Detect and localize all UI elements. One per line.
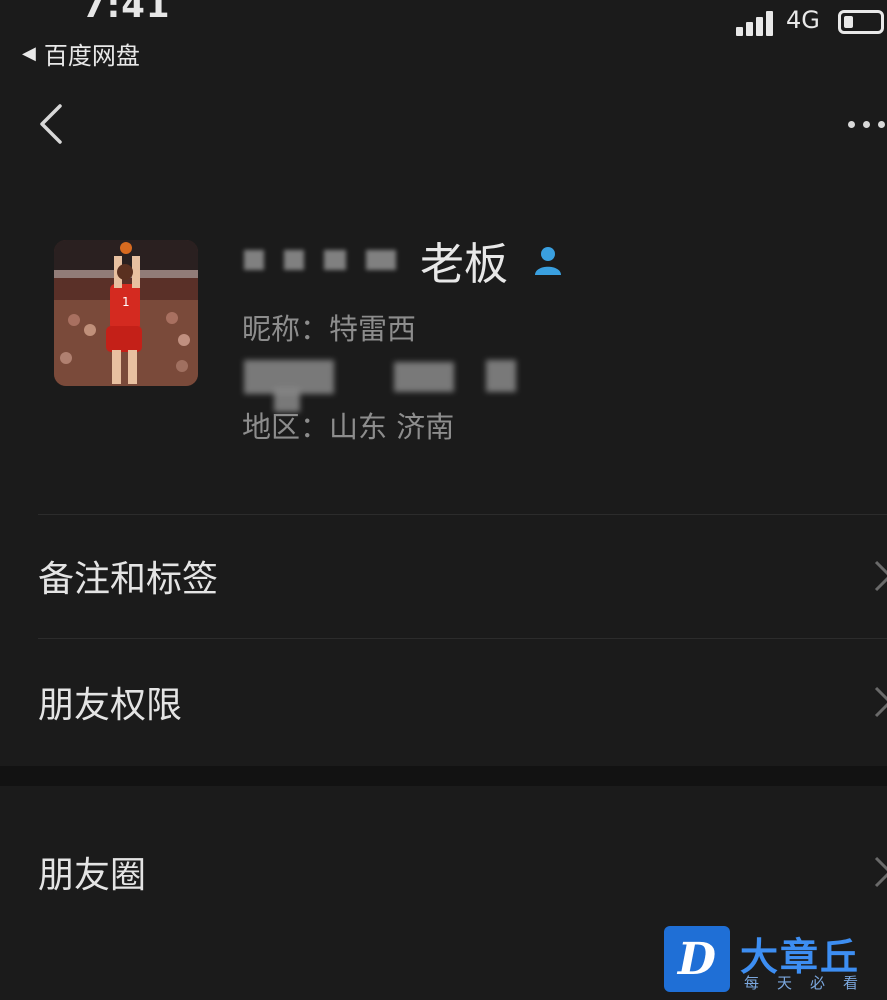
contact-person-icon: [535, 247, 561, 275]
signal-icon: [736, 10, 778, 36]
section-separator: [0, 766, 887, 786]
divider: [38, 638, 887, 639]
network-type: 4G: [786, 6, 820, 34]
chevron-right-icon: [874, 686, 887, 718]
battery-icon: [838, 10, 884, 34]
return-to-app-link[interactable]: ◀ 百度网盘: [22, 36, 140, 71]
back-chevron-icon[interactable]: [38, 104, 64, 144]
profile-name-row: 老板: [244, 230, 566, 290]
divider: [38, 514, 887, 515]
moments-label: 朋友圈: [38, 855, 147, 896]
friend-permissions-row[interactable]: 朋友权限: [0, 642, 887, 762]
battery-level: [844, 16, 853, 28]
watermark-subtitle: 每天必看: [744, 974, 877, 992]
remark-tags-row[interactable]: 备注和标签: [0, 516, 887, 636]
chevron-right-icon: [874, 856, 887, 888]
profile-region: 地区：山东 济南: [242, 410, 455, 444]
status-time: 7:41: [82, 0, 171, 26]
more-options-icon[interactable]: [848, 114, 887, 134]
return-app-label: 百度网盘: [43, 42, 140, 70]
redacted-block: [284, 250, 304, 270]
redacted-block: [366, 250, 396, 270]
avatar[interactable]: 1: [54, 240, 198, 386]
profile-nickname: 昵称：特雷西: [242, 312, 417, 346]
avatar-image: 1: [54, 240, 198, 386]
redacted-block: [324, 250, 346, 270]
remark-tags-label: 备注和标签: [38, 559, 219, 600]
profile-display-name: 老板: [420, 239, 508, 290]
watermark: D 大章丘 每天必看: [664, 926, 887, 1000]
moments-row[interactable]: 朋友圈: [0, 812, 887, 932]
redacted-block: [244, 250, 264, 270]
svg-text:1: 1: [122, 295, 130, 309]
back-triangle-icon: ◀: [22, 43, 36, 64]
chevron-right-icon: [874, 560, 887, 592]
status-bar: 7:41 ◀ 百度网盘 4G: [0, 0, 887, 70]
watermark-logo: D: [664, 926, 730, 992]
friend-permissions-label: 朋友权限: [38, 685, 183, 726]
